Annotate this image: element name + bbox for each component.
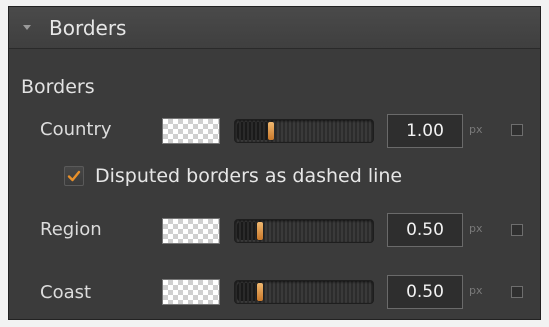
slider-thumb[interactable]	[257, 222, 264, 240]
panel-header-title: Borders	[49, 16, 127, 40]
collapse-arrow-icon[interactable]	[23, 25, 31, 30]
coast-width-input[interactable]	[387, 275, 463, 309]
slider-thumb[interactable]	[257, 283, 264, 301]
country-checkbox[interactable]	[511, 124, 523, 136]
panel-header[interactable]: Borders	[9, 7, 540, 49]
country-width-slider[interactable]	[234, 119, 374, 143]
country-label: Country	[40, 119, 112, 140]
region-unit-label: px	[469, 222, 483, 235]
region-checkbox[interactable]	[511, 224, 523, 236]
region-width-slider[interactable]	[234, 219, 374, 243]
slider-fill	[237, 122, 269, 140]
coast-color-swatch[interactable]	[162, 279, 220, 305]
section-title: Borders	[21, 76, 95, 98]
slider-fill	[237, 222, 259, 240]
country-unit-label: px	[469, 123, 483, 136]
coast-width-slider[interactable]	[234, 280, 374, 304]
region-color-swatch[interactable]	[162, 218, 220, 244]
region-label: Region	[40, 219, 102, 240]
borders-panel: Borders Borders Country px Disputed bord…	[8, 6, 541, 320]
coast-checkbox[interactable]	[511, 286, 523, 298]
coast-label: Coast	[40, 282, 92, 303]
disputed-dashed-label[interactable]: Disputed borders as dashed line	[95, 164, 402, 188]
borders-settings-frame: Borders Borders Country px Disputed bord…	[0, 0, 549, 327]
country-width-input[interactable]	[387, 114, 463, 148]
coast-unit-label: px	[469, 284, 483, 297]
checkmark-icon	[67, 170, 81, 182]
slider-thumb[interactable]	[268, 122, 274, 140]
country-color-swatch[interactable]	[162, 118, 220, 144]
disputed-dashed-checkbox[interactable]	[64, 166, 84, 186]
region-width-input[interactable]	[387, 213, 463, 247]
slider-fill	[237, 283, 259, 301]
